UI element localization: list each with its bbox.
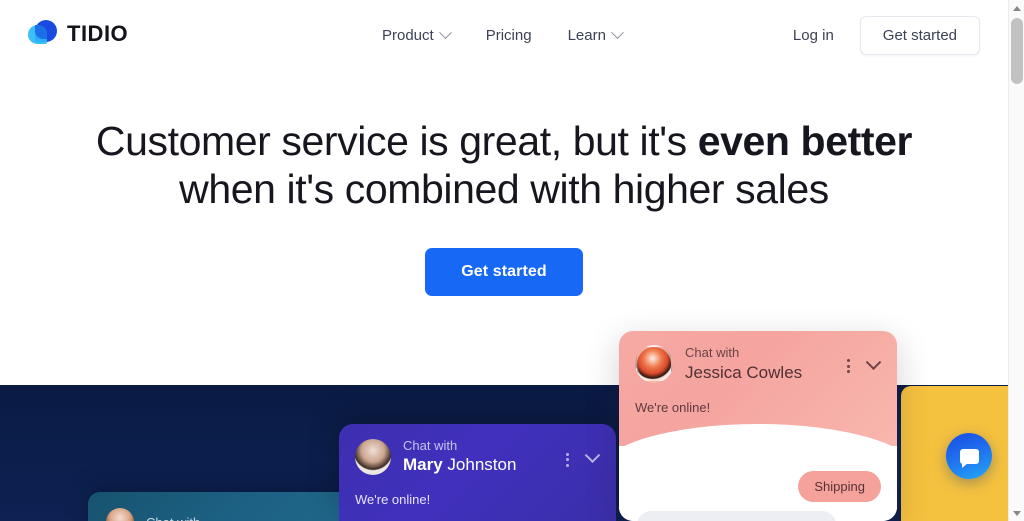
tidio-chat-logo-icon [28,20,58,48]
nav-item-learn[interactable]: Learn [567,26,624,44]
chevron-down-icon [611,26,624,40]
chat-status-text: We're online! [355,491,431,507]
chat-card-pink[interactable]: Chat with Jessica Cowles We're online! S… [619,331,897,521]
header-actions: Log in Get started [785,0,980,71]
chat-card-pink-header: Chat with Jessica Cowles [619,331,897,384]
chat-bubble-incoming: What would you like to know? [637,511,837,521]
chat-card-teal[interactable]: Chat with [88,492,354,521]
main-navigation: Product Pricing Learn [382,0,624,71]
nav-item-learn-label: Learn [567,27,606,44]
chat-status-text: We're online! [635,399,711,415]
chat-launcher-button[interactable] [946,433,992,479]
brand-name: TIDIO [67,21,129,46]
chevron-down-icon[interactable] [584,447,601,464]
page-viewport: TIDIO Product Pricing Learn Log in Get s… [0,0,1008,521]
chat-with-label: Chat with [685,345,740,360]
avatar [355,438,391,475]
chat-person-name: Mary Johnston [403,454,516,475]
scrollbar[interactable] [1008,0,1024,521]
chat-card-purple-actions [566,447,602,467]
chat-card-pink-meta: Chat with Jessica Cowles [685,345,802,384]
headline-line-2: when it's combined with higher sales [179,165,829,212]
headline-line-1: Customer service is great, but it's even… [0,118,1008,166]
scroll-up-arrow-icon[interactable] [1009,0,1024,16]
nav-item-product[interactable]: Product [382,26,452,44]
page-title: Customer service is great, but it's even… [0,118,1008,213]
chat-bubble-outgoing[interactable]: Shipping [798,471,881,502]
headline-regular-text: Customer service is great, but it's [95,118,698,164]
chat-card-pink-body: Shipping What would you like to know? [619,459,897,521]
nav-item-pricing[interactable]: Pricing [486,27,532,44]
avatar [635,345,673,384]
header-get-started-button[interactable]: Get started [859,16,980,55]
chat-card-pink-actions [847,354,883,374]
chevron-down-icon [438,26,452,40]
site-header: TIDIO Product Pricing Learn Log in Get s… [0,0,1008,71]
chevron-down-icon[interactable] [865,354,882,371]
avatar [106,508,134,521]
login-link[interactable]: Log in [785,21,842,50]
chat-card-purple-meta: Chat with Mary Johnston [403,438,516,476]
nav-item-pricing-label: Pricing [485,27,532,44]
chat-person-first-name: Mary [403,455,443,475]
chat-with-label: Chat with [146,516,200,521]
chat-card-purple[interactable]: Chat with Mary Johnston We're online! [339,424,616,521]
kebab-menu-icon[interactable] [847,359,850,374]
chat-person-name: Jessica Cowles [685,362,803,382]
nav-item-product-label: Product [382,27,434,44]
kebab-menu-icon[interactable] [566,452,569,467]
chat-person-last-name: Johnston [442,455,517,475]
headline-bold-text: even better [697,118,913,164]
brand-logo[interactable]: TIDIO [28,20,128,48]
chat-card-purple-header: Chat with Mary Johnston [339,424,616,476]
chat-with-label: Chat with [403,438,458,453]
hero-cta-wrap: Get started [0,248,1008,297]
chat-card-teal-header: Chat with [88,492,354,521]
scroll-thumb[interactable] [1011,18,1023,84]
chat-bubble-icon [959,448,979,468]
scroll-down-arrow-icon[interactable] [1009,505,1024,521]
hero-get-started-button[interactable]: Get started [425,248,583,297]
